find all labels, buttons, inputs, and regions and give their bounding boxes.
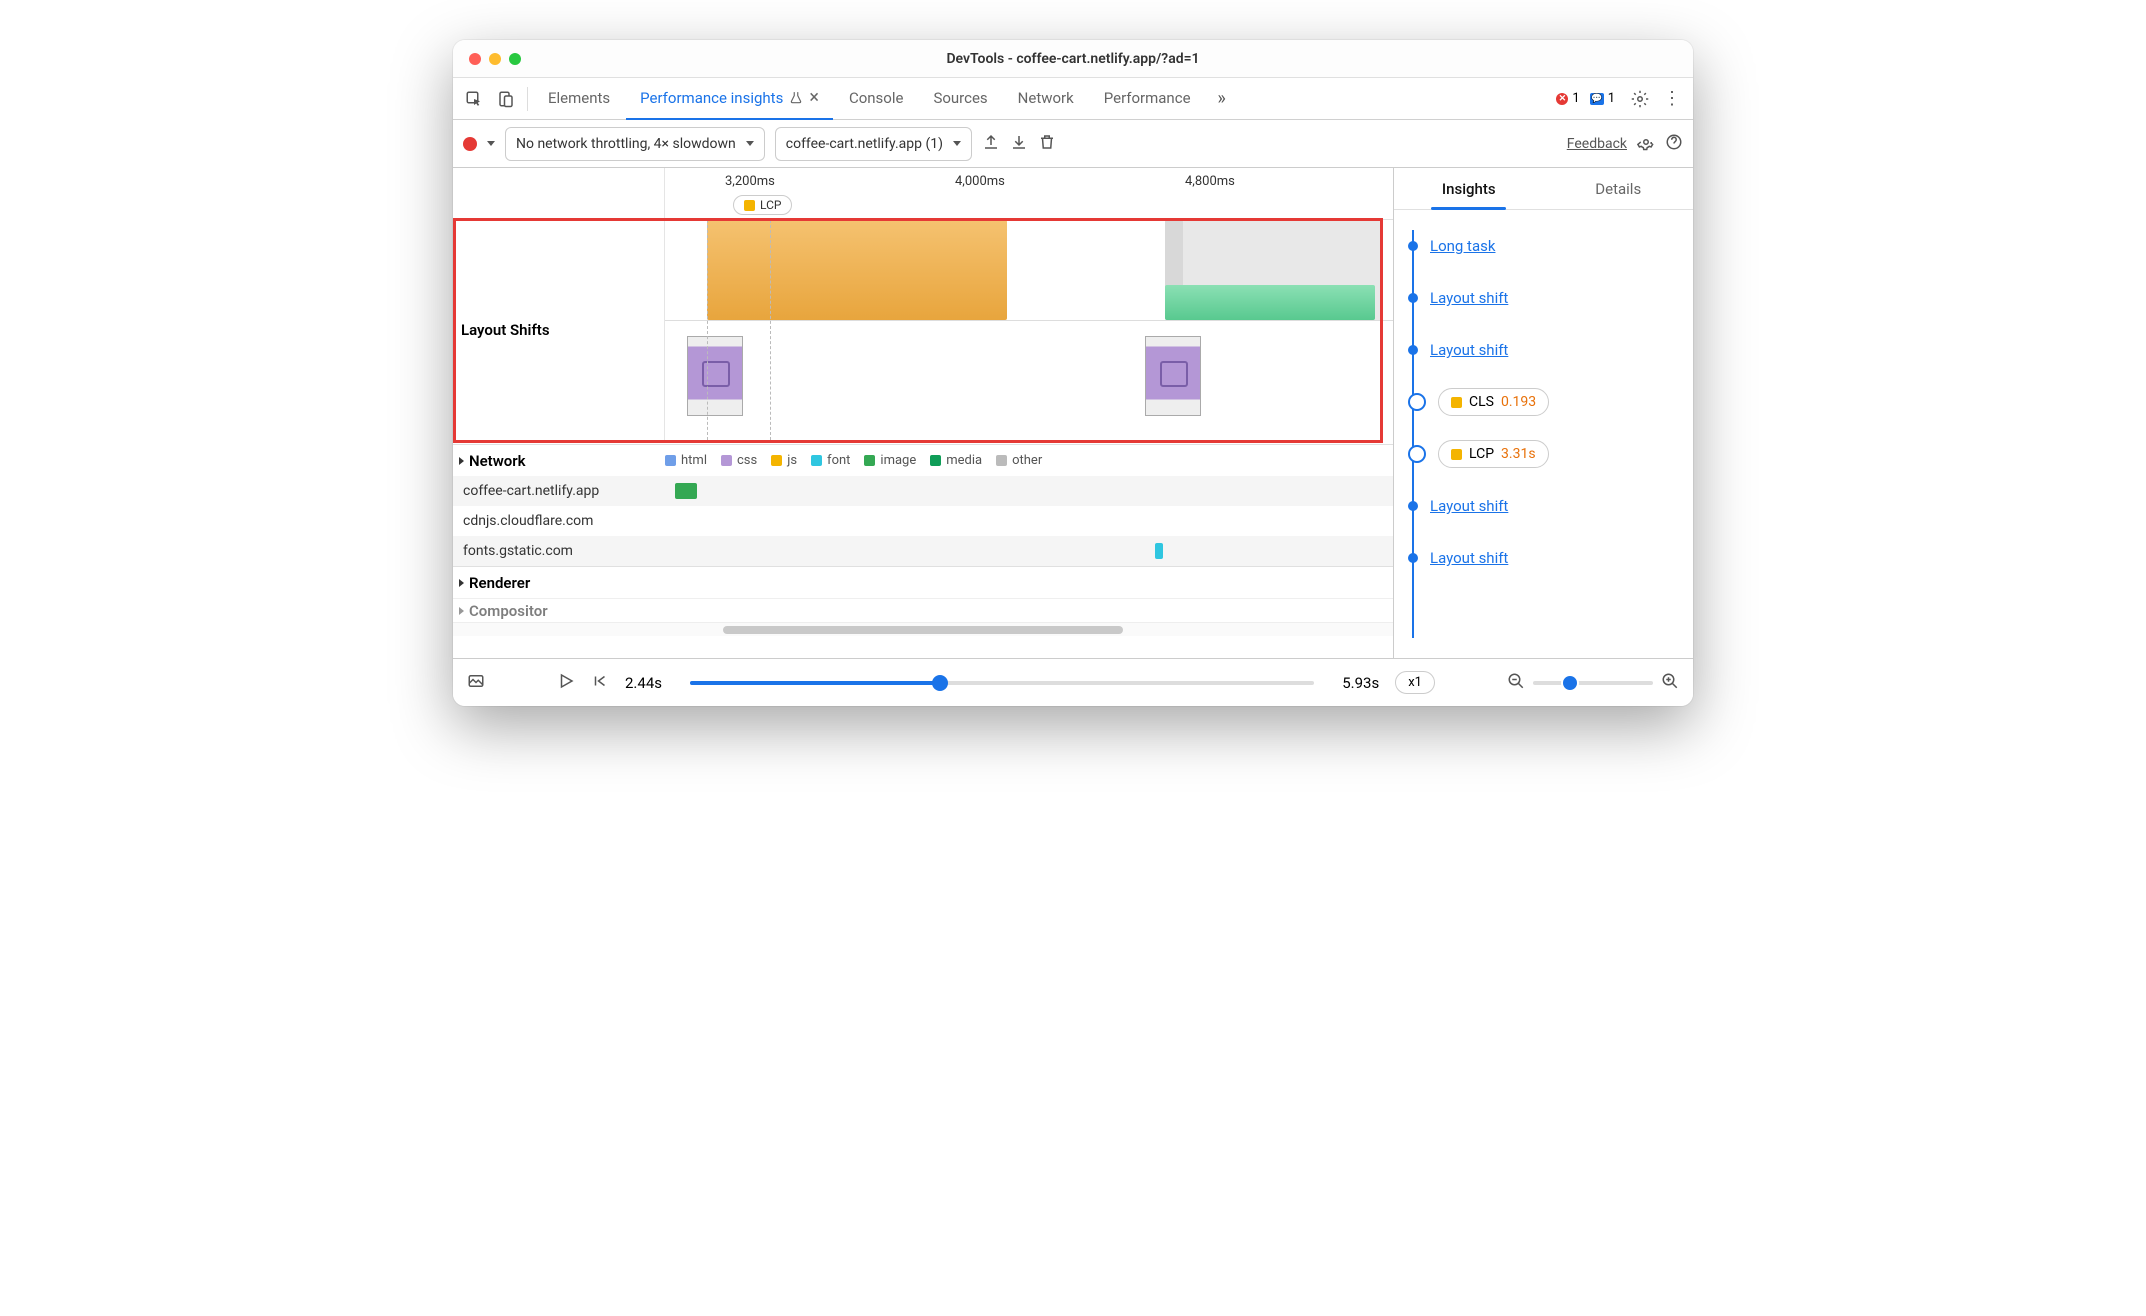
track-content[interactable] (665, 220, 1393, 440)
toggle-screenshots-icon[interactable] (467, 672, 485, 694)
panel-settings-icon[interactable] (1637, 133, 1655, 155)
tab-performance[interactable]: Performance (1090, 78, 1205, 120)
compositor-section-header[interactable]: Compositor (453, 598, 1393, 622)
footer-controls: 2.44s 5.93s x1 (453, 658, 1693, 706)
zoom-in-icon[interactable] (1661, 672, 1679, 694)
tab-sources[interactable]: Sources (919, 78, 1001, 120)
timeline-panel: 3,200ms 4,000ms 4,800ms LCP Layout Shift… (453, 168, 1393, 658)
feedback-link[interactable]: Feedback (1567, 136, 1627, 152)
record-menu-caret[interactable] (487, 141, 495, 146)
export-icon[interactable] (982, 133, 1000, 155)
screenshot-thumb-2[interactable] (1145, 336, 1201, 416)
lcp-marker[interactable]: LCP (733, 195, 792, 215)
disclosure-triangle-icon[interactable] (459, 607, 464, 615)
devtools-tabs: Elements Performance insights × Console … (453, 78, 1693, 120)
tab-details[interactable]: Details (1544, 168, 1694, 209)
block-green[interactable] (1165, 285, 1375, 320)
close-tab-icon[interactable]: × (809, 87, 819, 108)
issues-counter[interactable]: 💬1 (1590, 91, 1615, 106)
insight-item[interactable]: Layout shift (1408, 272, 1679, 324)
traffic-lights (469, 53, 521, 65)
record-button[interactable] (463, 137, 477, 151)
devtools-window: DevTools - coffee-cart.netlify.app/?ad=1… (453, 40, 1693, 706)
flask-icon (789, 91, 803, 105)
time-start: 2.44s (625, 674, 662, 692)
insight-cls[interactable]: CLS 0.193 (1408, 376, 1679, 428)
disclosure-triangle-icon[interactable] (459, 579, 464, 587)
time-ticks: 3,200ms 4,000ms 4,800ms LCP (665, 168, 1393, 219)
network-row[interactable]: cdnjs.cloudflare.com (453, 506, 1393, 536)
network-section-header[interactable]: Network html css js font image media oth… (453, 444, 1393, 476)
kebab-menu-icon[interactable]: ⋮ (1657, 84, 1687, 114)
timeline-header: 3,200ms 4,000ms 4,800ms LCP (453, 168, 1393, 220)
insight-item[interactable]: Layout shift (1408, 324, 1679, 376)
settings-icon[interactable] (1625, 84, 1655, 114)
insights-timeline: Long task Layout shift Layout shift CLS … (1394, 210, 1693, 658)
window-title: DevTools - coffee-cart.netlify.app/?ad=1 (453, 51, 1693, 67)
maximize-window-button[interactable] (509, 53, 521, 65)
time-slider[interactable] (690, 681, 1314, 685)
network-row[interactable]: coffee-cart.netlify.app (453, 476, 1393, 506)
insight-item[interactable]: Long task (1408, 220, 1679, 272)
insight-item[interactable]: Layout shift (1408, 532, 1679, 584)
close-window-button[interactable] (469, 53, 481, 65)
zoom-controls (1507, 672, 1679, 694)
play-icon[interactable] (557, 672, 575, 694)
jump-start-icon[interactable] (591, 672, 609, 694)
track-label: Layout Shifts (453, 220, 665, 440)
tab-performance-insights[interactable]: Performance insights × (626, 78, 833, 120)
import-icon[interactable] (1010, 133, 1028, 155)
recording-toolbar: No network throttling, 4× slowdown coffe… (453, 120, 1693, 168)
horizontal-scrollbar[interactable] (453, 622, 1393, 636)
zoom-level[interactable]: x1 (1395, 671, 1435, 694)
zoom-slider[interactable] (1533, 681, 1653, 685)
more-tabs-icon[interactable]: » (1207, 84, 1237, 114)
minimize-window-button[interactable] (489, 53, 501, 65)
zoom-out-icon[interactable] (1507, 672, 1525, 694)
insight-lcp[interactable]: LCP 3.31s (1408, 428, 1679, 480)
insight-item[interactable]: Layout shift (1408, 480, 1679, 532)
tab-network[interactable]: Network (1004, 78, 1088, 120)
help-icon[interactable] (1665, 133, 1683, 155)
titlebar: DevTools - coffee-cart.netlify.app/?ad=1 (453, 40, 1693, 78)
tab-insights[interactable]: Insights (1394, 168, 1544, 209)
screenshot-thumb-1[interactable] (687, 336, 743, 416)
device-toggle-icon[interactable] (491, 84, 521, 114)
network-row[interactable]: fonts.gstatic.com (453, 536, 1393, 566)
tab-elements[interactable]: Elements (534, 78, 624, 120)
renderer-section-header[interactable]: Renderer (453, 566, 1393, 598)
tab-console[interactable]: Console (835, 78, 918, 120)
time-end: 5.93s (1342, 674, 1379, 692)
layout-shifts-track: Layout Shifts (453, 220, 1393, 440)
delete-icon[interactable] (1038, 133, 1056, 155)
disclosure-triangle-icon[interactable] (459, 457, 464, 465)
insights-tabs: Insights Details (1394, 168, 1693, 210)
main-panel: 3,200ms 4,000ms 4,800ms LCP Layout Shift… (453, 168, 1693, 658)
error-counter[interactable]: ✕1 (1556, 91, 1579, 106)
inspect-icon[interactable] (459, 84, 489, 114)
block-orange[interactable] (707, 220, 1007, 320)
recording-select[interactable]: coffee-cart.netlify.app (1) (775, 127, 972, 161)
insights-panel: Insights Details Long task Layout shift … (1393, 168, 1693, 658)
throttle-select[interactable]: No network throttling, 4× slowdown (505, 127, 765, 161)
network-legend: html css js font image media other (665, 453, 1042, 468)
